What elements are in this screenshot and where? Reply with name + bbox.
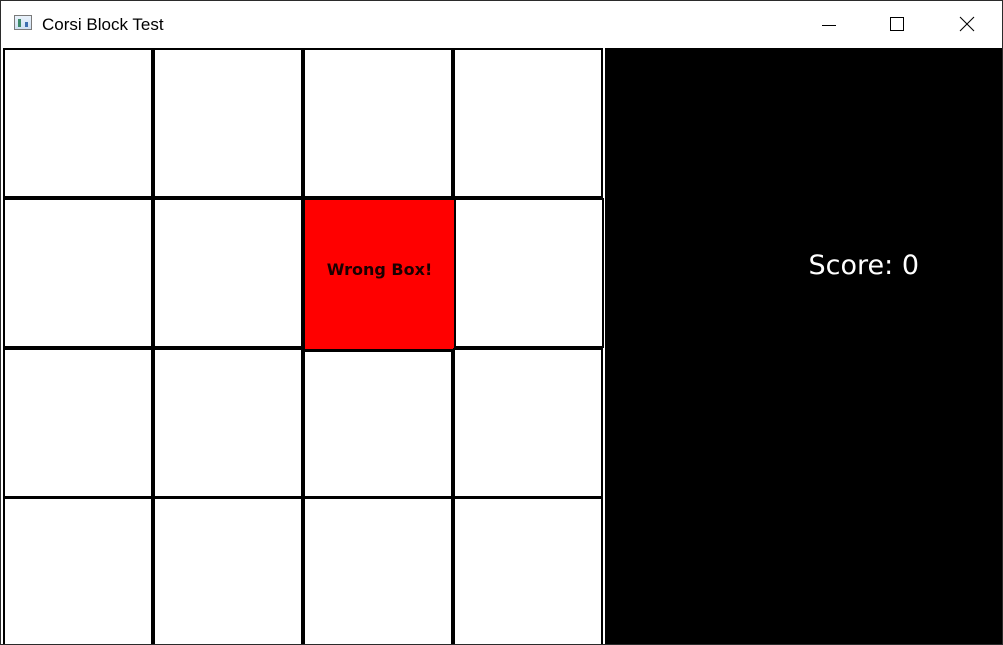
score-panel: Score: 0 <box>605 48 1002 644</box>
block-cell[interactable] <box>153 48 303 198</box>
block-cell[interactable] <box>153 348 303 498</box>
block-cell[interactable] <box>153 497 303 644</box>
block-cell[interactable] <box>3 198 153 348</box>
block-cell[interactable] <box>3 48 153 198</box>
block-cell[interactable] <box>3 348 153 498</box>
block-cell[interactable] <box>303 350 453 498</box>
maximize-icon <box>890 17 904 31</box>
block-cell[interactable] <box>153 198 303 348</box>
close-button[interactable] <box>932 1 1002 47</box>
minimize-icon <box>822 25 836 26</box>
maximize-button[interactable] <box>862 1 932 47</box>
score-display: Score: 0 <box>605 250 919 281</box>
corsi-block-grid: Wrong Box! <box>3 48 605 644</box>
block-cell[interactable] <box>454 198 604 348</box>
close-icon <box>959 16 975 32</box>
wrong-block-cell[interactable]: Wrong Box! <box>303 198 456 351</box>
block-cell[interactable] <box>303 497 453 644</box>
block-cell[interactable] <box>303 48 453 198</box>
block-cell[interactable] <box>453 48 603 198</box>
score-label: Score: 0 <box>808 250 919 281</box>
block-cell[interactable] <box>453 497 603 644</box>
block-cell[interactable] <box>3 497 153 644</box>
minimize-button[interactable] <box>794 1 864 47</box>
app-window: Corsi Block Test Wrong Box! Score: 0 <box>0 0 1003 645</box>
wrong-box-label: Wrong Box! <box>326 260 433 279</box>
title-bar[interactable]: Corsi Block Test <box>1 1 1002 47</box>
block-cell[interactable] <box>453 348 603 498</box>
window-title: Corsi Block Test <box>42 15 164 34</box>
app-window-icon <box>14 15 32 30</box>
